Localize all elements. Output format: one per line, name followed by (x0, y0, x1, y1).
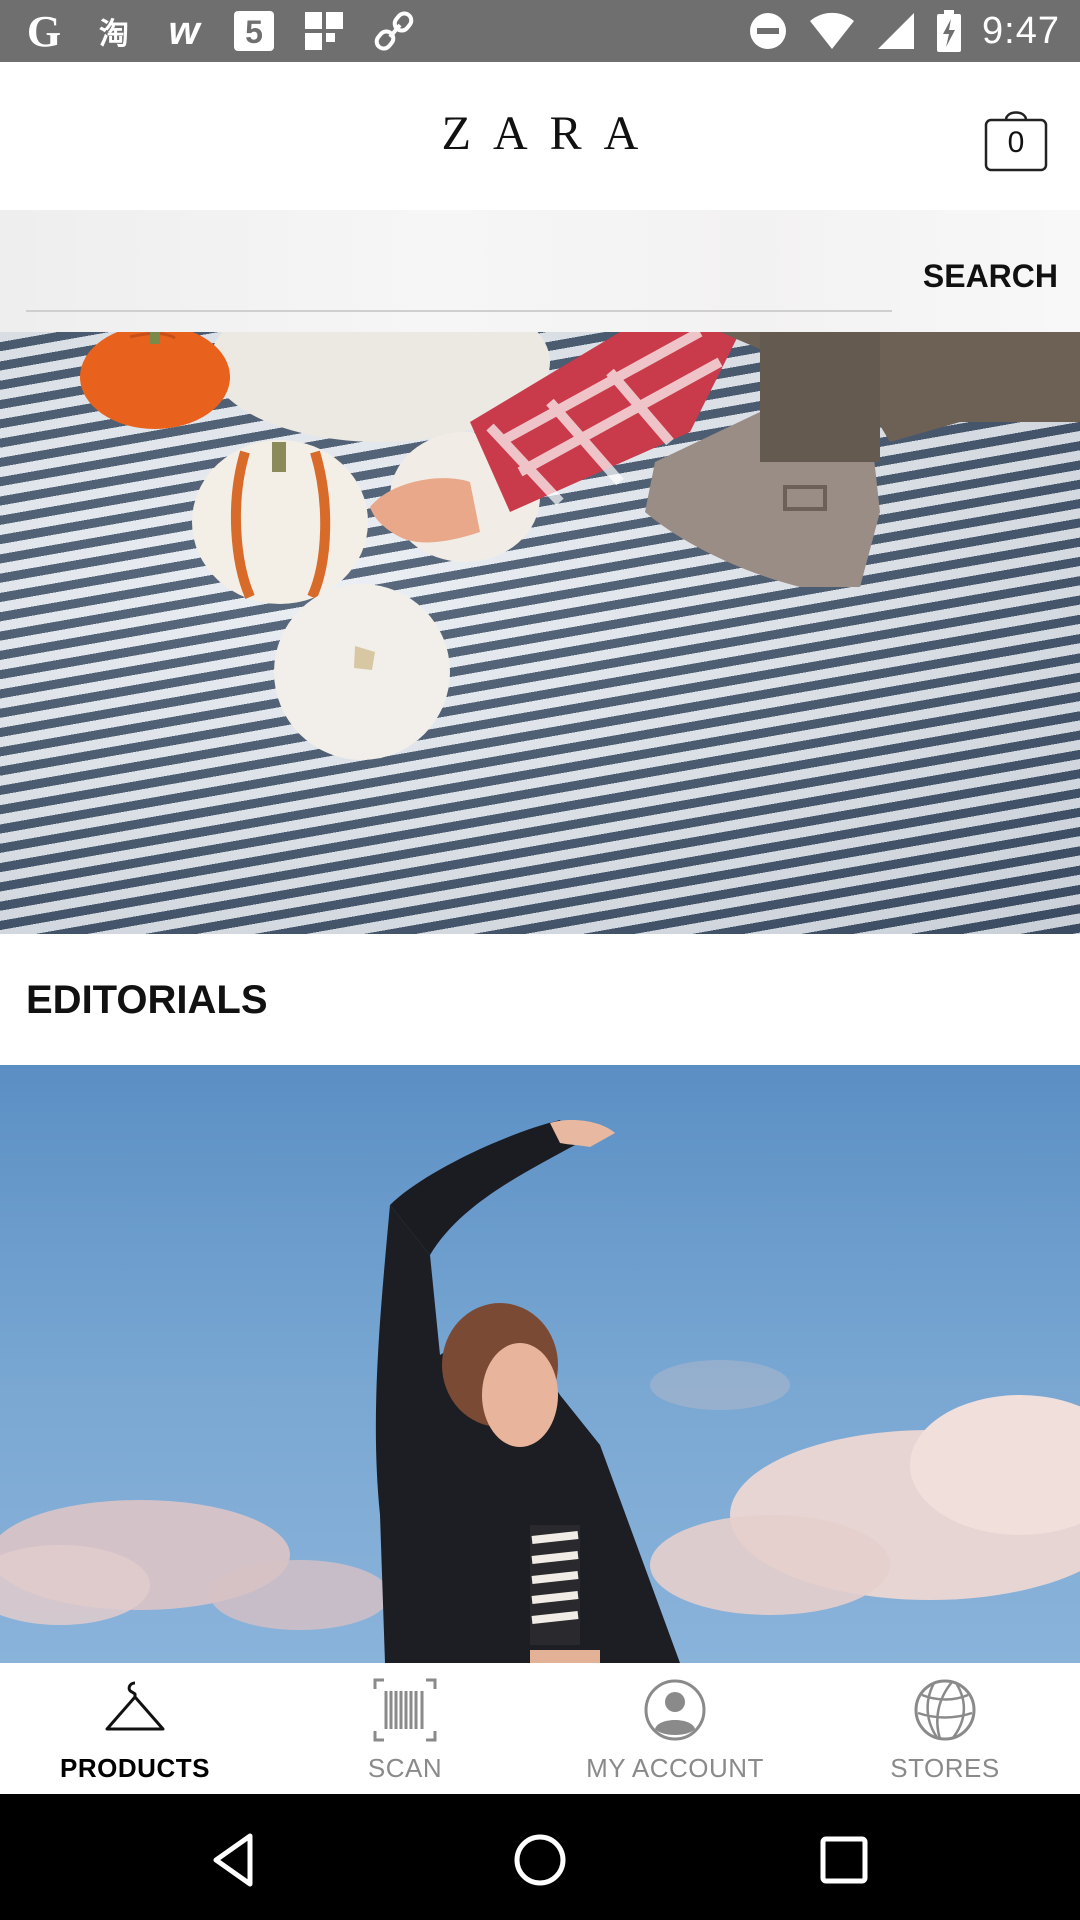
search-button[interactable]: SEARCH (923, 258, 1058, 295)
svg-text:5: 5 (245, 14, 263, 50)
wifi-icon (810, 12, 855, 49)
hero-banner-image[interactable] (0, 332, 1080, 934)
nav-scan-label: SCAN (367, 1753, 443, 1783)
status-bar: G 淘 w 5 9:47 (0, 0, 1080, 62)
globe-icon (914, 1679, 976, 1741)
nav-products-label: PRODUCTS (60, 1753, 210, 1783)
bottom-navigation: PRODUCTS SCAN MY ACCOUNT STORES (0, 1663, 1080, 1794)
nav-stores-label: STORES (890, 1753, 1000, 1783)
grid-app-icon (300, 7, 348, 55)
app-5-icon: 5 (230, 7, 278, 55)
google-icon: G (26, 6, 62, 56)
hero-illustration (80, 332, 1080, 760)
battery-charging-icon (937, 10, 962, 52)
orange-pumpkin (80, 332, 230, 429)
link-icon (370, 7, 418, 55)
back-icon[interactable] (206, 1830, 266, 1890)
home-icon[interactable] (510, 1830, 570, 1890)
nav-my-account[interactable]: MY ACCOUNT (540, 1663, 810, 1794)
nav-products[interactable]: PRODUCTS (0, 1663, 270, 1794)
hand (370, 478, 480, 543)
shopping-bag-button[interactable]: 0 (984, 106, 1048, 172)
nav-my-account-label: MY ACCOUNT (586, 1753, 764, 1783)
zara-logo[interactable]: ZARA (0, 106, 1080, 161)
cart-count: 0 (1007, 126, 1025, 159)
search-bar: SEARCH (0, 210, 1080, 332)
status-bar-notifications: G 淘 w 5 (20, 6, 418, 56)
app-header: ZARA 0 (0, 62, 1080, 210)
editorials-heading: EDITORIALS (26, 978, 268, 1022)
system-navigation-bar (0, 1794, 1080, 1920)
taobao-icon: 淘 (99, 18, 129, 51)
do-not-disturb-icon (750, 13, 787, 49)
barcode-icon (373, 1678, 437, 1742)
status-bar-system: 9:47 (748, 6, 1060, 56)
clock: 9:47 (982, 9, 1060, 52)
weibo-icon: w (168, 8, 200, 53)
hanger-icon (105, 1681, 165, 1731)
nav-stores[interactable]: STORES (810, 1663, 1080, 1794)
raised-arm (390, 1120, 575, 1255)
recents-icon[interactable] (814, 1830, 874, 1890)
search-input[interactable] (26, 262, 892, 312)
white-pumpkin-bottom (274, 584, 450, 760)
editorial-image[interactable] (0, 1065, 1080, 1663)
editorial-illustration (0, 1120, 1080, 1663)
account-icon (644, 1679, 706, 1741)
signal-icon (878, 13, 915, 49)
nav-scan[interactable]: SCAN (270, 1663, 540, 1794)
face (482, 1343, 558, 1447)
